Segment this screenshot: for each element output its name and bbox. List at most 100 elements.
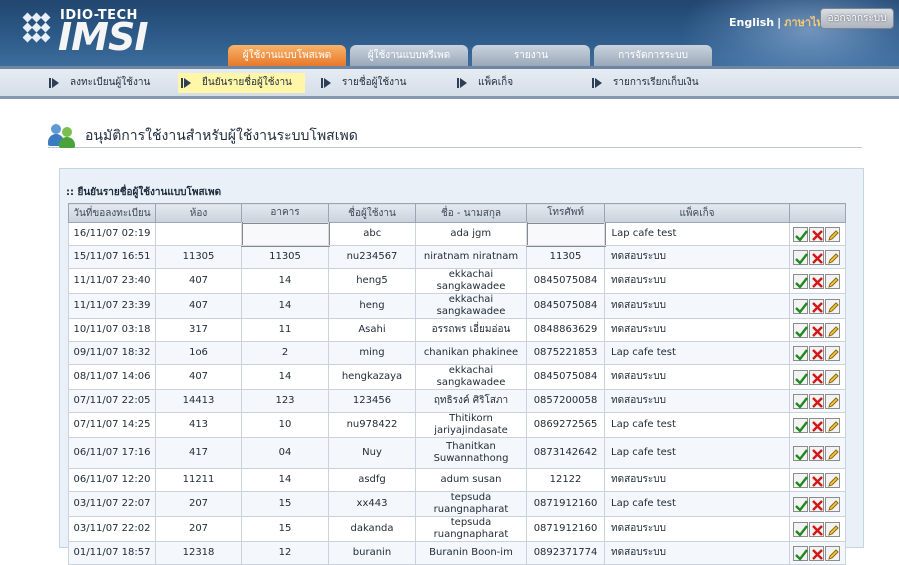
reject-button[interactable] (809, 298, 824, 314)
cell-register-date: 10/11/07 03:18 (68, 318, 156, 342)
cell-phone: 0845075084 (526, 293, 605, 319)
cell-room: 407 (155, 268, 242, 294)
submenu-packages[interactable]: แพ็คเก็จ (454, 73, 513, 93)
reject-button[interactable] (809, 249, 824, 265)
cell-room (155, 222, 242, 246)
approve-button[interactable] (793, 417, 808, 433)
table-row: 09/11/07 18:32 1o6 2 ming chanikan phakinee 0… (68, 341, 846, 365)
col-header-package[interactable]: แพ็คเก็จ (604, 203, 790, 223)
cell-building: 14 (241, 468, 329, 492)
tab-prepaid-users[interactable]: ผู้ใช้งานแบบพรีเพด (350, 45, 468, 66)
col-header-building[interactable]: อาคาร (241, 203, 329, 223)
reject-button[interactable] (809, 417, 824, 433)
cell-package: ทดสอบระบบ (604, 364, 790, 390)
approve-button[interactable] (793, 521, 808, 537)
logout-button[interactable]: ออกจากระบบ (820, 8, 894, 29)
edit-button[interactable] (825, 249, 840, 265)
reject-button[interactable] (809, 369, 824, 385)
cell-actions (789, 437, 846, 469)
submenu-billing[interactable]: รายการเรียกเก็บเงิน (589, 73, 699, 93)
lang-english-link[interactable]: English (729, 16, 774, 29)
col-header-fullname[interactable]: ชื่อ - นามสกุล (415, 203, 527, 223)
submenu-confirm-users[interactable]: ยืนยันรายชื่อผู้ใช้งาน (178, 73, 305, 93)
reject-button[interactable] (809, 226, 824, 242)
edit-button[interactable] (825, 521, 840, 537)
table-row: 07/11/07 14:25 413 10 nu978422 Thitikorn jar… (68, 412, 846, 438)
cell-package: Lap cafe test (604, 437, 790, 469)
cell-actions (789, 268, 846, 294)
edit-button[interactable] (825, 273, 840, 289)
play-arrow-icon (181, 78, 191, 88)
tab-system-management[interactable]: การจัดการระบบ (594, 45, 712, 66)
edit-button[interactable] (825, 496, 840, 512)
language-switcher: English | ภาษาไทย (729, 13, 830, 31)
logo-product: IMSI (58, 15, 148, 59)
cell-actions (789, 412, 846, 438)
submenu-register-user[interactable]: ลงทะเบียนผู้ใช้งาน (46, 73, 150, 93)
cell-actions (789, 364, 846, 390)
cell-actions (789, 341, 846, 365)
edit-button[interactable] (825, 445, 840, 461)
cell-building: 14 (241, 364, 329, 390)
cell-username: dakanda (328, 516, 416, 542)
reject-button[interactable] (809, 472, 824, 488)
edit-button[interactable] (825, 226, 840, 242)
col-header-phone[interactable]: โทรศัพท์ (526, 203, 605, 223)
col-header-username[interactable]: ชื่อผู้ใช้งาน (328, 203, 416, 223)
approve-button[interactable] (793, 496, 808, 512)
approve-button[interactable] (793, 322, 808, 338)
cell-fullname: chanikan phakinee (415, 341, 527, 365)
reject-button[interactable] (809, 521, 824, 537)
cell-phone: 12122 (526, 468, 605, 492)
cell-actions (789, 389, 846, 413)
cell-phone: 0848863629 (526, 318, 605, 342)
approve-button[interactable] (793, 445, 808, 461)
approve-button[interactable] (793, 545, 808, 561)
cell-phone: 0871912160 (526, 491, 605, 517)
cell-room: 317 (155, 318, 242, 342)
cell-building: 04 (241, 437, 329, 469)
col-header-room[interactable]: ห้อง (155, 203, 242, 223)
cell-actions (789, 516, 846, 542)
tab-postpaid-users[interactable]: ผู้ใช้งานแบบโพสเพด (228, 45, 346, 66)
approve-button[interactable] (793, 249, 808, 265)
reject-button[interactable] (809, 345, 824, 361)
cell-register-date: 16/11/07 02:19 (68, 222, 156, 246)
submenu-user-list[interactable]: รายชื่อผู้ใช้งาน (318, 73, 407, 93)
approve-button[interactable] (793, 345, 808, 361)
reject-button[interactable] (809, 393, 824, 409)
cell-package: Lap cafe test (604, 412, 790, 438)
edit-button[interactable] (825, 369, 840, 385)
cell-package: ทดสอบระบบ (604, 293, 790, 319)
reject-button[interactable] (809, 273, 824, 289)
approve-button[interactable] (793, 472, 808, 488)
users-icon (48, 122, 76, 148)
submenu-label: รายการเรียกเก็บเงิน (613, 77, 699, 88)
edit-button[interactable] (825, 545, 840, 561)
reject-button[interactable] (809, 445, 824, 461)
col-header-actions (789, 203, 846, 223)
edit-button[interactable] (825, 345, 840, 361)
approve-button[interactable] (793, 393, 808, 409)
tab-reports[interactable]: รายงาน (472, 45, 590, 66)
approve-button[interactable] (793, 273, 808, 289)
edit-button[interactable] (825, 322, 840, 338)
cell-fullname: Thitikorn jariyajindasate (415, 412, 527, 438)
table-row: 11/11/07 23:39 407 14 heng ekkachai sangkawa… (68, 293, 846, 319)
edit-button[interactable] (825, 417, 840, 433)
edit-button[interactable] (825, 472, 840, 488)
approve-button[interactable] (793, 226, 808, 242)
reject-button[interactable] (809, 496, 824, 512)
edit-button[interactable] (825, 298, 840, 314)
cell-username: hengkazaya (328, 364, 416, 390)
approve-button[interactable] (793, 298, 808, 314)
page-title: อนุมัติการใช้งานสำหรับผู้ใช้งานระบบโพสเพ… (85, 128, 358, 144)
panel-title: :: ยืนยันรายชื่อผู้ใช้งานแบบโพสเพด (66, 187, 222, 198)
col-header-register-date[interactable]: วันที่ขอลงทะเบียน (68, 203, 156, 223)
reject-button[interactable] (809, 545, 824, 561)
cell-actions (789, 222, 846, 246)
approve-button[interactable] (793, 369, 808, 385)
cell-room: 14413 (155, 389, 242, 413)
reject-button[interactable] (809, 322, 824, 338)
edit-button[interactable] (825, 393, 840, 409)
